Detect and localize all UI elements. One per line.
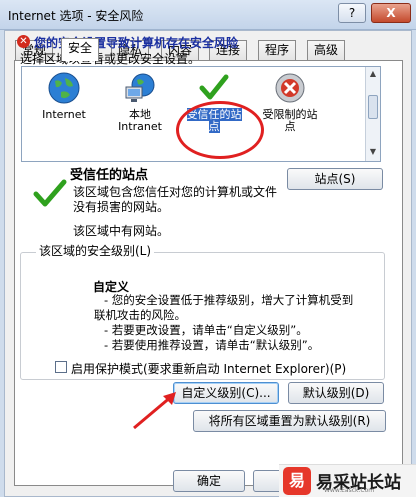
window-title: Internet 选项 - 安全风险 <box>8 9 144 23</box>
checkmark-icon <box>199 74 229 100</box>
protected-mode-label: 启用保护模式(要求重新启动 Internet Explorer)(P) <box>71 362 347 376</box>
default-level-button[interactable]: 默认级别(D) <box>288 382 384 404</box>
zone-title: 受信任的站点 <box>70 168 149 183</box>
intranet-icon <box>125 73 155 102</box>
tab-advanced[interactable]: 高级 <box>307 40 346 60</box>
restricted-icon <box>275 73 305 103</box>
zone-internet[interactable]: Internet <box>30 71 98 121</box>
scroll-down-icon[interactable]: ▼ <box>368 147 378 156</box>
zone-label: Internet <box>42 108 86 121</box>
choose-zone-label: 选择区域以查看或更改安全设置。 <box>20 52 201 66</box>
watermark-url: Www.Easck.Com <box>324 487 375 494</box>
help-button[interactable]: ? <box>338 3 366 23</box>
custom-line: - 若要使用推荐设置，请单击“默认级别”。 <box>104 338 320 352</box>
trusted-check-icon <box>33 179 67 207</box>
zone-label: 受信任的站 点 <box>186 108 242 133</box>
zone-label: 受限制的站 点 <box>262 108 318 133</box>
ok-button[interactable]: 确定 <box>173 470 245 492</box>
tab-security[interactable]: 安全 <box>61 38 100 61</box>
title-bar: Internet 选项 - 安全风险 ? X <box>0 0 416 30</box>
zone-trusted-sites[interactable]: 受信任的站 点 <box>180 71 248 133</box>
custom-line: - 若要更改设置，请单击“自定义级别”。 <box>104 323 308 337</box>
watermark-logo-icon: 易 <box>283 467 311 495</box>
custom-level-button[interactable]: 自定义级别(C)... <box>173 382 279 404</box>
reset-all-zones-button[interactable]: 将所有区域重置为默认级别(R) <box>193 410 386 432</box>
warning-icon: ✕ <box>17 35 30 48</box>
watermark: 易 易采站长站 Www.Easck.Com <box>279 464 416 497</box>
tab-programs[interactable]: 程序 <box>258 40 297 60</box>
scroll-thumb[interactable] <box>368 95 378 119</box>
zone-restricted-sites[interactable]: 受限制的站 点 <box>256 71 324 133</box>
custom-level-description: - 您的安全设置低于推荐级别，增大了计算机受到 联机攻击的风险。 - 若要更改设… <box>94 293 384 353</box>
zone-description: 该区域包含您信任对您的计算机或文件没有损害的网站。 <box>73 185 278 214</box>
security-level-label: 该区域的安全级别(L) <box>36 242 155 259</box>
custom-line: 联机攻击的风险。 <box>94 308 186 322</box>
protected-mode-checkbox[interactable] <box>55 361 67 373</box>
scroll-up-icon[interactable]: ▲ <box>368 69 378 78</box>
custom-line: - 您的安全设置低于推荐级别，增大了计算机受到 <box>104 293 354 307</box>
zone-list: Internet 本地 Intranet 受信任的站 点 受限制的站 点 ▲ ▼ <box>21 66 381 162</box>
zone-local-intranet[interactable]: 本地 Intranet <box>106 71 174 133</box>
globe-icon <box>48 72 80 104</box>
zone-list-scrollbar[interactable]: ▲ ▼ <box>365 67 380 161</box>
close-button[interactable]: X <box>371 3 411 23</box>
zone-sites-note: 该区域中有网站。 <box>73 224 170 238</box>
zone-label: 本地 Intranet <box>118 108 162 133</box>
sites-button[interactable]: 站点(S) <box>287 168 383 190</box>
